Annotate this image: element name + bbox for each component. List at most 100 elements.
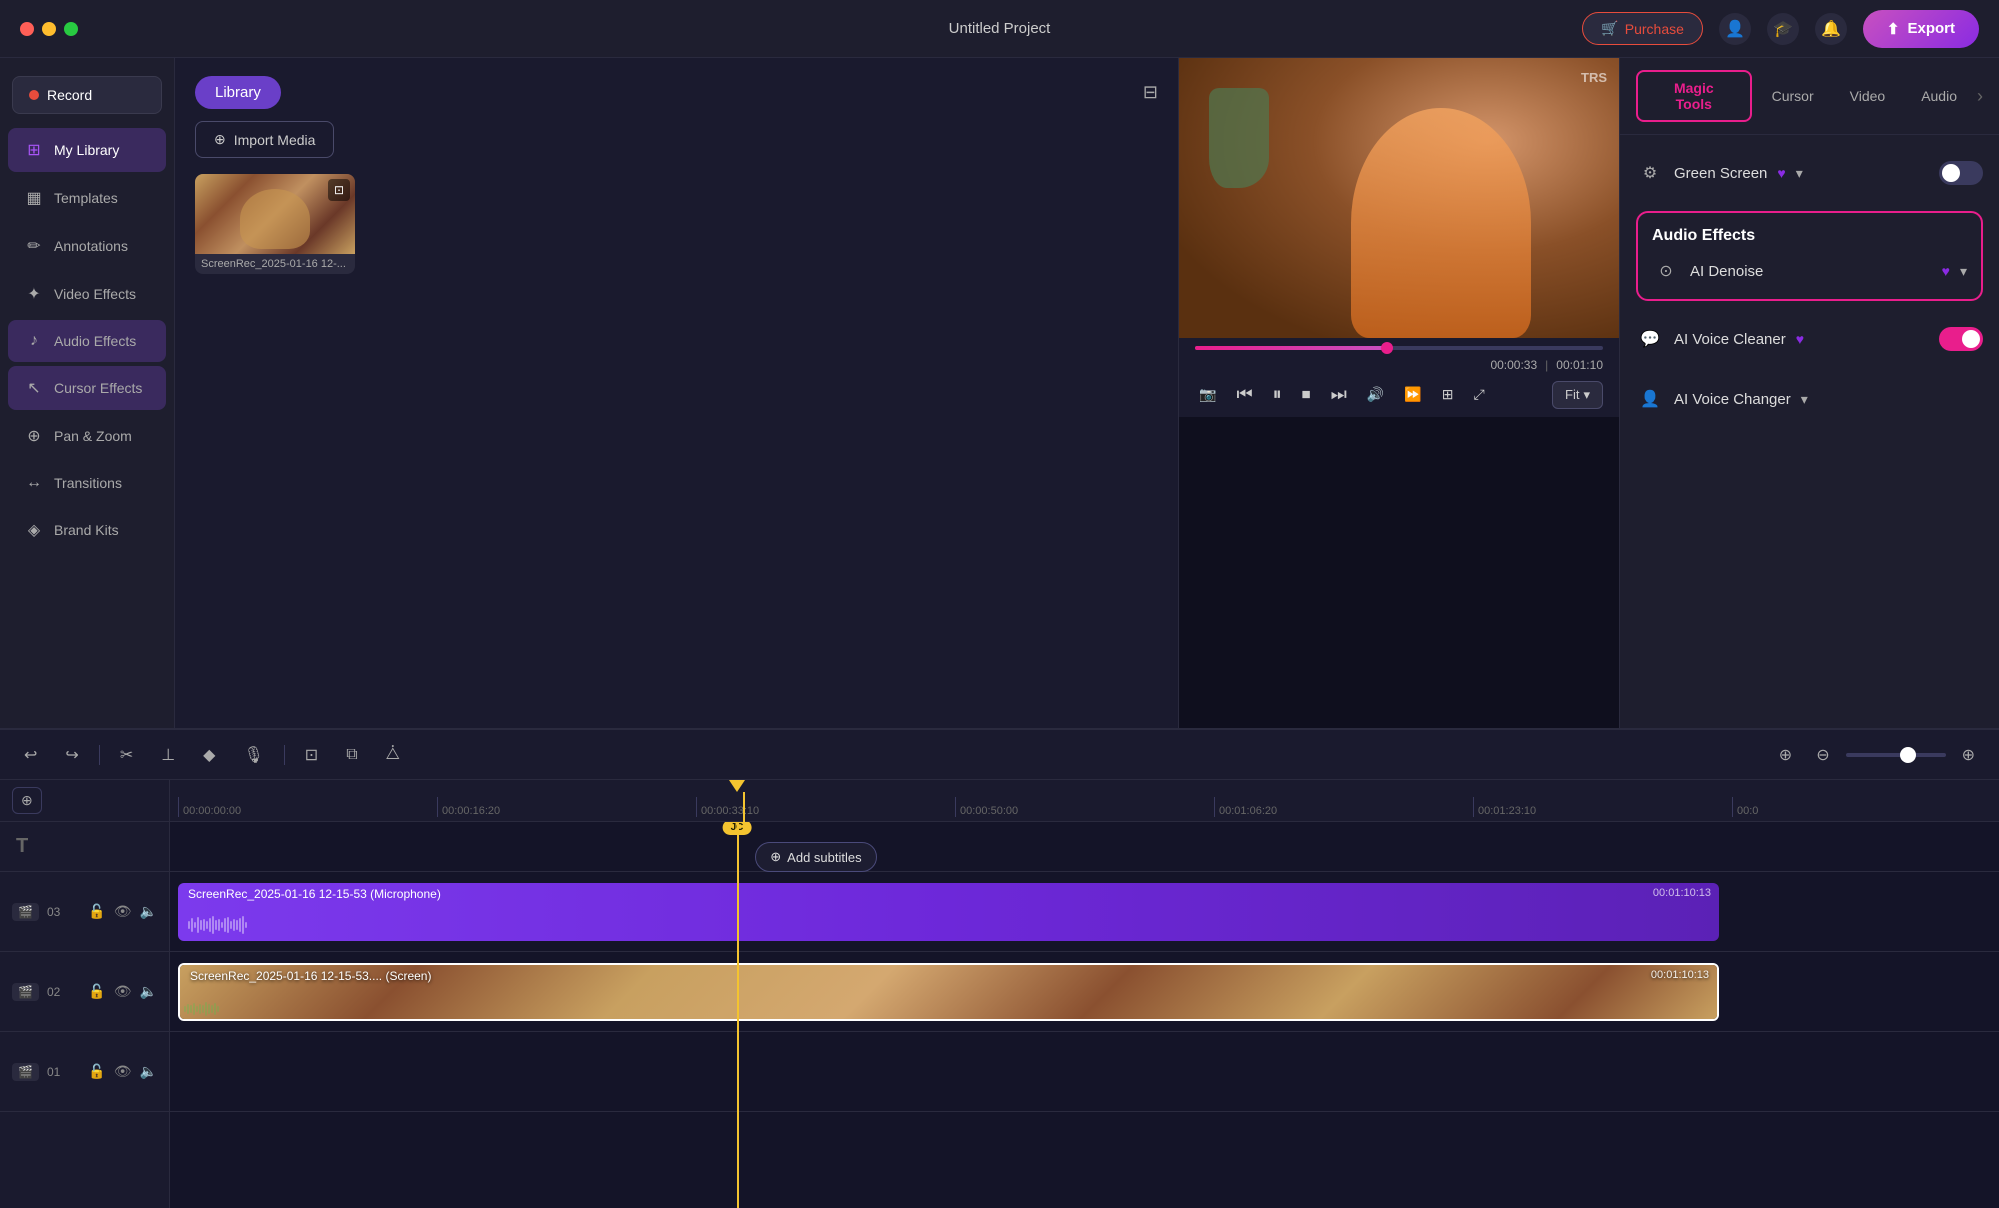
ruler-mark-6: 00:0 xyxy=(1732,797,1991,817)
fit-button[interactable]: Fit ▾ xyxy=(1552,381,1603,409)
redo-button[interactable]: ↪ xyxy=(57,741,86,769)
track-02-visible-button[interactable]: 👁 xyxy=(114,983,132,1000)
marker-button[interactable]: ◆ xyxy=(195,741,223,769)
close-window-button[interactable] xyxy=(20,22,34,36)
video-watermark: TRS xyxy=(1581,70,1607,85)
record-button[interactable]: Record xyxy=(12,76,162,114)
track-03-visible-button[interactable]: 👁 xyxy=(114,903,132,920)
video-track[interactable]: ScreenRec_2025-01-16 12-15-53.... (Scree… xyxy=(178,963,1719,1021)
track-02-mute-button[interactable]: 🔈 xyxy=(140,983,157,1000)
crop-button[interactable]: ⊞ xyxy=(1438,382,1458,407)
sidebar-item-video-effects[interactable]: ✦ Video Effects xyxy=(8,272,166,316)
track-03-num: 03 xyxy=(47,905,60,919)
ripple-button[interactable]: ⧊ xyxy=(378,742,408,768)
zoom-slider[interactable] xyxy=(1846,753,1946,757)
purchase-button[interactable]: 🛒 Purchase xyxy=(1582,12,1703,45)
ai-voice-changer-label-group: 👤 AI Voice Changer ▾ xyxy=(1636,385,1808,413)
mic-button[interactable]: 🎙 xyxy=(235,741,271,769)
plus-icon: ⊕ xyxy=(214,131,226,148)
sidebar-item-annotations[interactable]: ✏ Annotations xyxy=(8,224,166,268)
import-media-button[interactable]: ⊕ Import Media xyxy=(195,121,334,158)
multi-edit-button[interactable]: ⧉ xyxy=(338,742,365,768)
progress-handle[interactable] xyxy=(1381,342,1393,354)
track-01-lock-button[interactable]: 🔓 xyxy=(88,1063,105,1080)
add-track-button[interactable]: ⊕ xyxy=(1771,741,1800,769)
fullscreen-button[interactable]: ⤢ xyxy=(1469,382,1488,407)
maximize-window-button[interactable] xyxy=(64,22,78,36)
brand-kits-label: Brand Kits xyxy=(54,522,119,538)
clip-tools-button[interactable]: ⊡ xyxy=(297,741,326,769)
sidebar-item-cursor-effects[interactable]: ↖ Cursor Effects xyxy=(8,366,166,410)
sidebar: Record ⊞ My Library ▦ Templates ✏ Annota… xyxy=(0,58,175,728)
track-02-lock-button[interactable]: 🔓 xyxy=(88,983,105,1000)
help-icon[interactable]: 🔔 xyxy=(1815,13,1847,45)
video-waveform xyxy=(180,1001,1717,1017)
track-03-controls: 🎬 03 xyxy=(12,903,60,921)
stop-button[interactable]: ⏹ xyxy=(1298,380,1315,409)
current-time: 00:00:33 xyxy=(1490,358,1537,372)
track-03-lock-button[interactable]: 🔓 xyxy=(88,903,105,920)
panel-tab-arrow[interactable]: › xyxy=(1977,86,1983,107)
sidebar-item-brand-kits[interactable]: ◈ Brand Kits xyxy=(8,508,166,552)
add-track-left-button[interactable]: ⊕ xyxy=(12,787,42,814)
zoom-handle[interactable] xyxy=(1900,747,1916,763)
cursor-effects-icon: ↖ xyxy=(24,378,44,398)
ruler-marks: 00:00:00:00 00:00:16:20 00:00:33:10 00:0… xyxy=(170,797,1999,817)
sidebar-item-transitions[interactable]: ↔ Transitions xyxy=(8,462,166,504)
volume-button[interactable]: 🔊 xyxy=(1363,382,1388,407)
zoom-in-button[interactable]: ⊕ xyxy=(1954,741,1983,769)
account-icon[interactable]: 👤 xyxy=(1719,13,1751,45)
green-screen-dropdown[interactable]: ▾ xyxy=(1796,165,1803,182)
add-subtitles-button[interactable]: ⊕ Add subtitles xyxy=(755,842,876,872)
video-track-row: ScreenRec_2025-01-16 12-15-53.... (Scree… xyxy=(170,952,1999,1032)
track-03-mute-button[interactable]: 🔈 xyxy=(140,903,157,920)
sidebar-item-my-library[interactable]: ⊞ My Library xyxy=(8,128,166,172)
media-thumbnail[interactable]: ⊡ ScreenRec_2025-01-16 12-... xyxy=(195,174,355,274)
audio-track-row: ScreenRec_2025-01-16 12-15-53 (Microphon… xyxy=(170,872,1999,952)
library-tab[interactable]: Library xyxy=(195,76,281,109)
toggle-handle-2 xyxy=(1962,330,1980,348)
sidebar-item-audio-effects[interactable]: ♪ Audio Effects xyxy=(8,320,166,362)
progress-bar[interactable] xyxy=(1195,346,1603,350)
timeline-ruler: 00:00:00:00 00:00:16:20 00:00:33:10 00:0… xyxy=(170,780,1999,822)
purchase-label: Purchase xyxy=(1625,21,1684,37)
prev-frame-button[interactable]: ⏮ xyxy=(1232,380,1256,409)
audio-track-label: ScreenRec_2025-01-16 12-15-53 (Microphon… xyxy=(188,887,441,901)
sidebar-item-templates[interactable]: ▦ Templates xyxy=(8,176,166,220)
screenshot-button[interactable]: 📷 xyxy=(1195,382,1220,407)
ai-voice-cleaner-label: AI Voice Cleaner xyxy=(1674,331,1786,348)
transitions-icon: ↔ xyxy=(24,474,44,492)
ai-voice-cleaner-toggle[interactable] xyxy=(1939,327,1983,351)
green-screen-icon: ⚙ xyxy=(1636,159,1664,187)
ai-denoise-dropdown[interactable]: ▾ xyxy=(1960,263,1967,280)
timeline-tracks-left: ⊕ T 🎬 03 🔓 👁 🔈 xyxy=(0,780,170,1208)
timeline-area: ↩ ↪ ✂ ⊥ ◆ 🎙 ⊡ ⧉ ⧊ ⊕ ⊖ ⊕ ⊕ xyxy=(0,728,1999,1208)
minimize-window-button[interactable] xyxy=(42,22,56,36)
playback-controls: 00:00:33 | 00:01:10 📷 ⏮ ⏸ ⏹ ⏭ 🔊 ⏩ ⊞ ⤢ xyxy=(1179,338,1619,417)
tab-cursor[interactable]: Cursor xyxy=(1756,80,1830,112)
audio-track[interactable]: ScreenRec_2025-01-16 12-15-53 (Microphon… xyxy=(178,883,1719,941)
split-button[interactable]: ⊥ xyxy=(153,741,183,769)
export-button[interactable]: ⬆ Export xyxy=(1863,10,1979,48)
zoom-out-button[interactable]: ⊖ xyxy=(1808,741,1837,769)
fit-label: Fit xyxy=(1565,387,1579,402)
subtitle-track-row: ⊕ Add subtitles JC xyxy=(170,822,1999,872)
ai-voice-changer-dropdown[interactable]: ▾ xyxy=(1801,391,1808,408)
undo-button[interactable]: ↩ xyxy=(16,741,45,769)
track-01-mute-button[interactable]: 🔈 xyxy=(140,1063,157,1080)
learn-icon[interactable]: 🎓 xyxy=(1767,13,1799,45)
audio-waveform xyxy=(178,915,1719,935)
cut-button[interactable]: ✂ xyxy=(112,741,141,769)
speed-button[interactable]: ⏩ xyxy=(1400,382,1425,407)
ruler-spacer: ⊕ xyxy=(0,780,169,822)
track-01-visible-button[interactable]: 👁 xyxy=(114,1063,132,1080)
pause-button[interactable]: ⏸ xyxy=(1269,380,1286,409)
green-screen-toggle[interactable] xyxy=(1939,161,1983,185)
next-frame-button[interactable]: ⏭ xyxy=(1327,380,1351,409)
tab-video[interactable]: Video xyxy=(1834,80,1902,112)
filter-icon[interactable]: ⊟ xyxy=(1143,82,1158,103)
tab-audio[interactable]: Audio xyxy=(1905,80,1973,112)
sidebar-item-pan-zoom[interactable]: ⊕ Pan & Zoom xyxy=(8,414,166,458)
tab-magic-tools[interactable]: Magic Tools xyxy=(1636,70,1752,122)
track-01-controls: 🎬 01 xyxy=(12,1063,60,1081)
